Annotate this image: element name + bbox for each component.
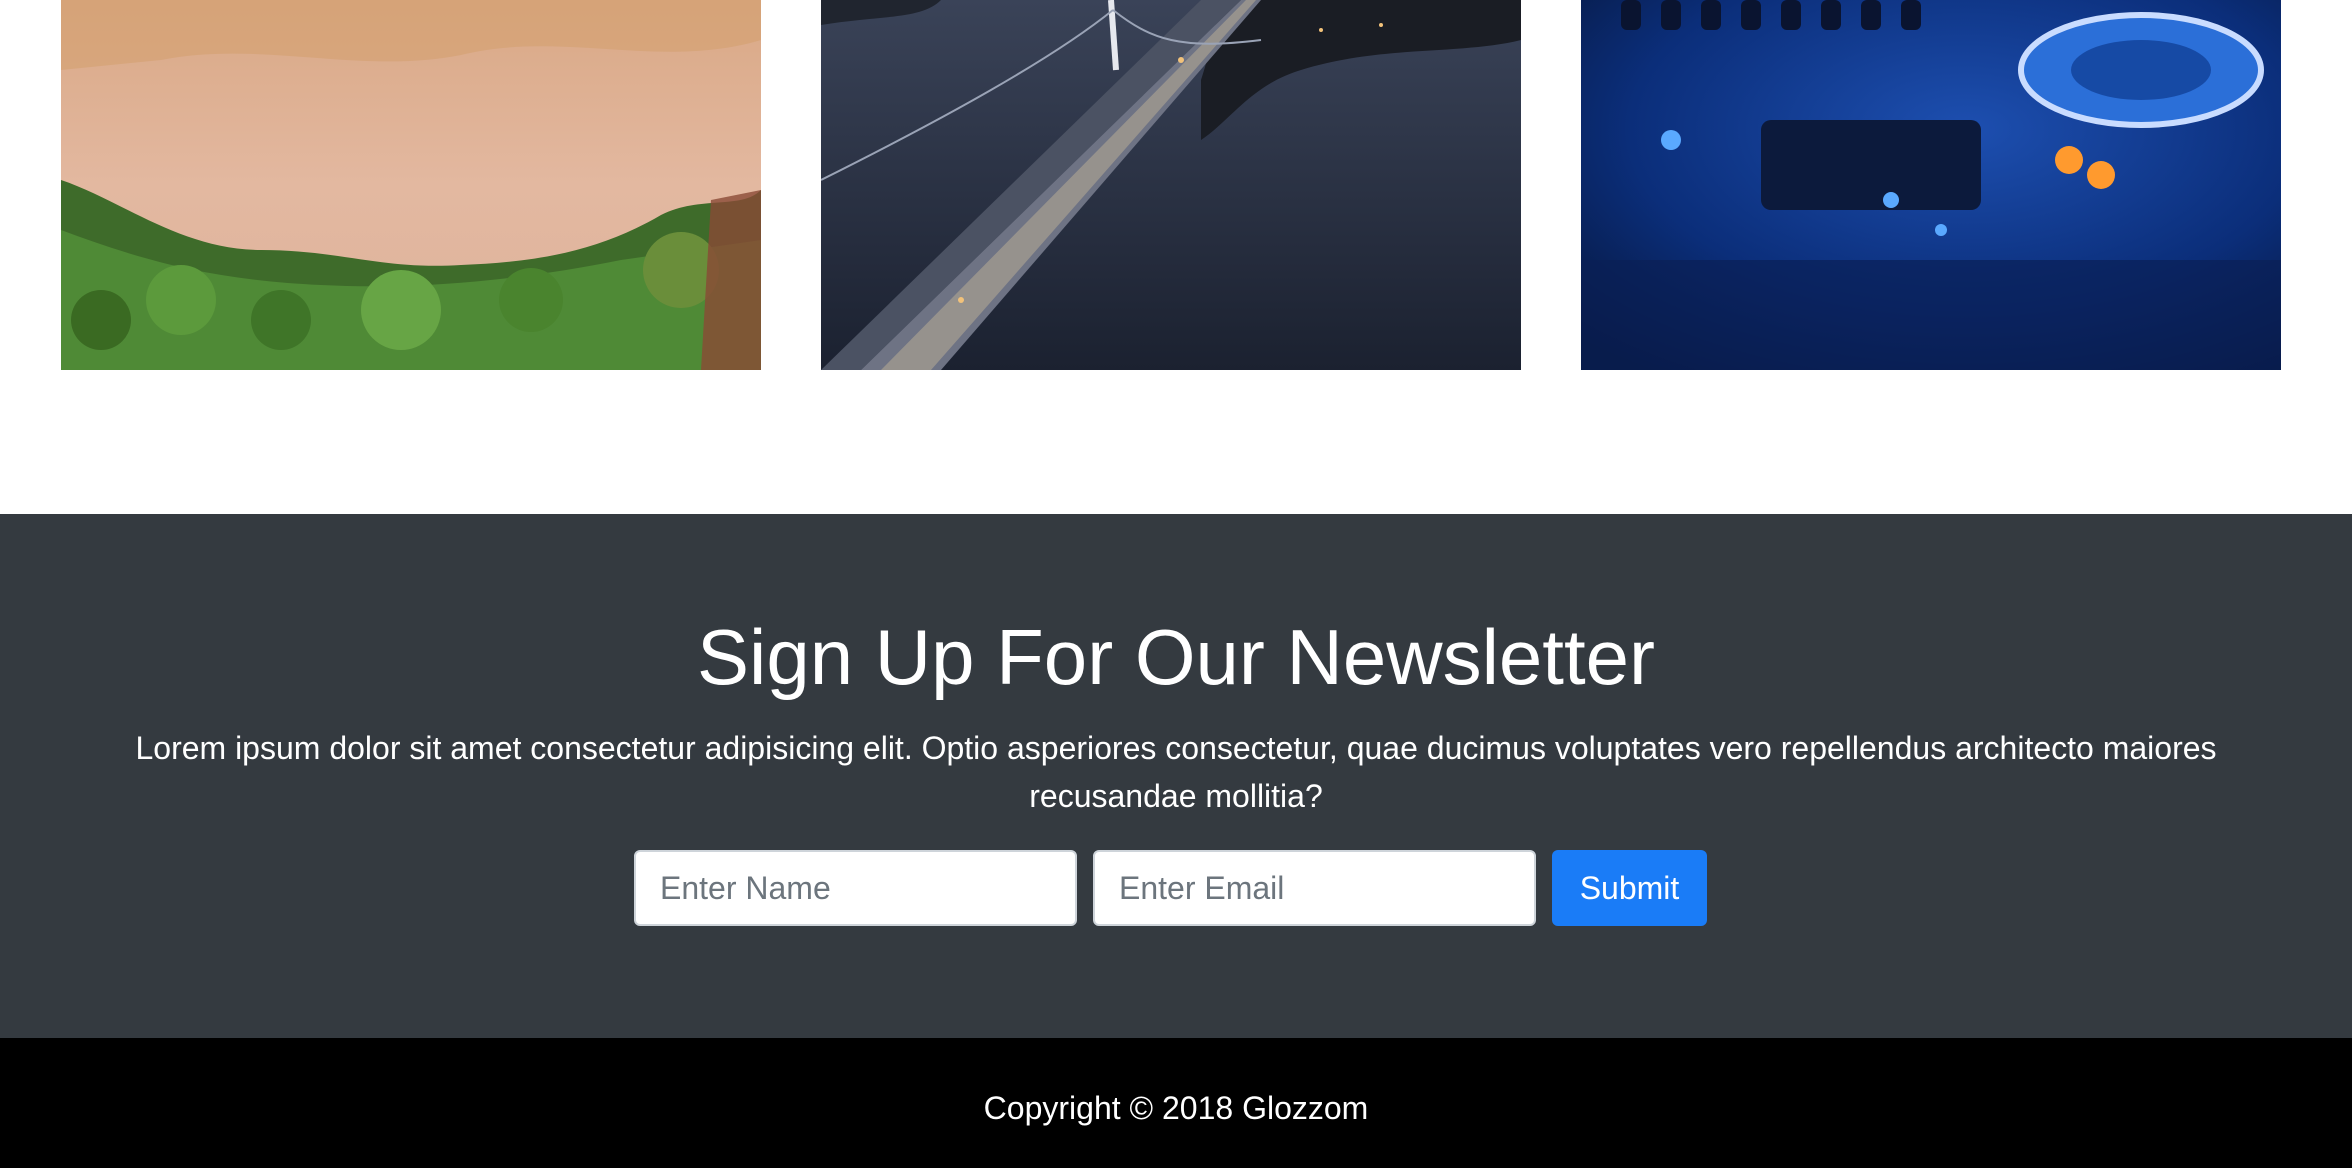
newsletter-form: Submit — [634, 850, 1707, 926]
dj-photo-graphic — [1581, 0, 2281, 370]
page-footer: Copyright © 2018 Glozzom — [0, 1038, 2352, 1168]
submit-button[interactable]: Submit — [1552, 850, 1707, 926]
gallery-image-beach[interactable] — [61, 0, 761, 370]
email-input[interactable] — [1093, 850, 1536, 926]
bridge-photo-graphic — [821, 0, 1521, 370]
newsletter-section: Sign Up For Our Newsletter Lorem ipsum d… — [0, 514, 2352, 1038]
copyright-text: Copyright © 2018 Glozzom — [983, 1090, 1369, 1126]
newsletter-description: Lorem ipsum dolor sit amet consectetur a… — [135, 730, 2217, 814]
gallery-image-bridge[interactable] — [821, 0, 1521, 370]
photo-gallery — [0, 0, 2352, 514]
name-input[interactable] — [634, 850, 1077, 926]
beach-photo-graphic — [61, 0, 761, 370]
newsletter-title: Sign Up For Our Newsletter — [697, 613, 1655, 701]
gallery-image-dj[interactable] — [1581, 0, 2281, 370]
